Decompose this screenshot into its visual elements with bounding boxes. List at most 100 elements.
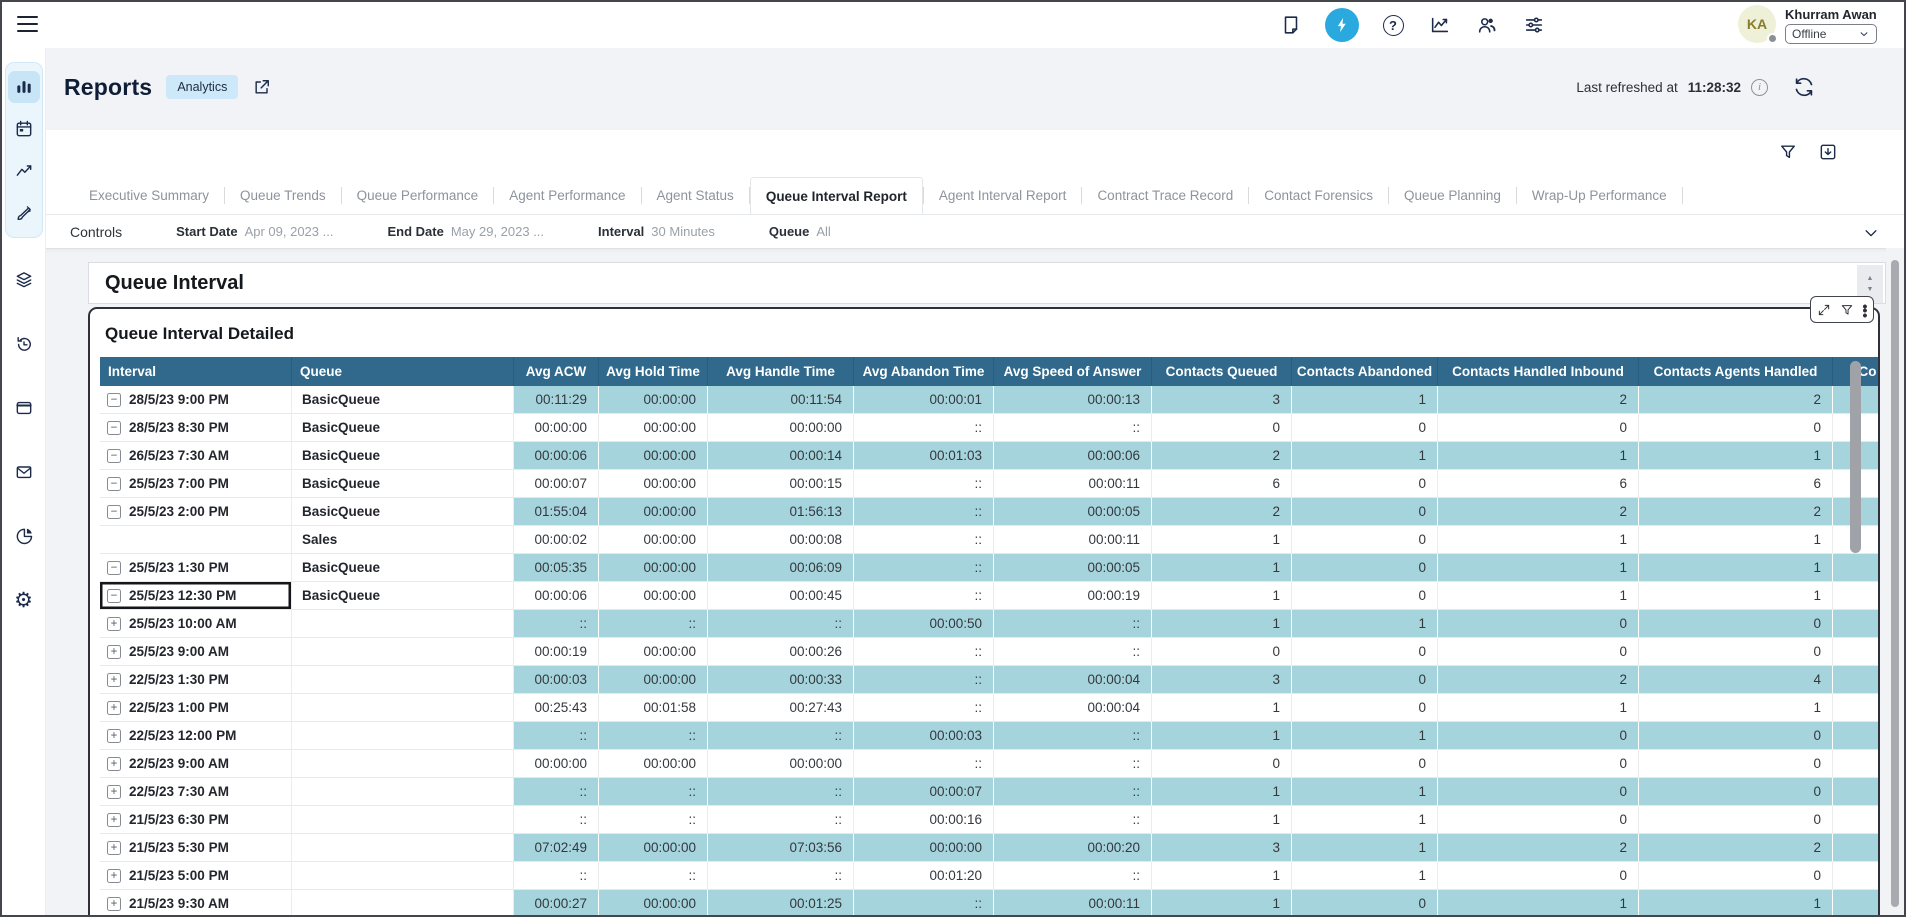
metric-cell[interactable]: 0 xyxy=(1292,414,1438,442)
queue-cell[interactable]: Sales xyxy=(292,526,514,554)
metric-cell[interactable] xyxy=(1833,834,1878,862)
metric-cell[interactable]: 00:00:15 xyxy=(708,470,854,498)
metric-cell[interactable]: 0 xyxy=(1292,526,1438,554)
metric-cell[interactable] xyxy=(1833,862,1878,890)
metric-cell[interactable] xyxy=(1833,610,1878,638)
metric-cell[interactable]: 00:00:33 xyxy=(708,666,854,694)
interval-cell[interactable]: +21/5/23 5:00 PM xyxy=(100,862,292,890)
interval-cell[interactable]: +25/5/23 9:00 AM xyxy=(100,638,292,666)
users-icon[interactable] xyxy=(1474,12,1500,38)
metric-cell[interactable]: :: xyxy=(599,610,708,638)
queue-cell[interactable] xyxy=(292,694,514,722)
metric-cell[interactable]: 0 xyxy=(1292,694,1438,722)
metric-cell[interactable]: 00:00:06 xyxy=(514,442,599,470)
metric-cell[interactable]: 0 xyxy=(1292,582,1438,610)
interval-cell[interactable]: −28/5/23 8:30 PM xyxy=(100,414,292,442)
metric-cell[interactable]: 00:00:26 xyxy=(708,638,854,666)
control-interval[interactable]: Interval30 Minutes xyxy=(598,224,715,239)
interval-cell[interactable]: +22/5/23 9:00 AM xyxy=(100,750,292,778)
page-scrollbar-thumb[interactable] xyxy=(1891,260,1899,907)
column-header-avg-acw[interactable]: Avg ACW xyxy=(514,357,599,386)
column-header-contacts-agents-handled[interactable]: Contacts Agents Handled xyxy=(1639,357,1833,386)
interval-cell[interactable]: +21/5/23 9:30 AM xyxy=(100,890,292,915)
column-header-avg-handle-time[interactable]: Avg Handle Time xyxy=(708,357,854,386)
metric-cell[interactable]: :: xyxy=(854,750,994,778)
metric-cell[interactable]: 00:00:05 xyxy=(994,554,1152,582)
collapse-toggle-icon[interactable]: − xyxy=(107,421,121,435)
metric-cell[interactable]: 0 xyxy=(1292,666,1438,694)
metric-cell[interactable]: 0 xyxy=(1639,610,1833,638)
hamburger-menu-icon[interactable] xyxy=(17,16,38,33)
notes-icon[interactable] xyxy=(1278,12,1304,38)
metric-cell[interactable]: 3 xyxy=(1152,666,1292,694)
metric-cell[interactable] xyxy=(1833,554,1878,582)
metric-cell[interactable]: 00:00:03 xyxy=(854,722,994,750)
expand-toggle-icon[interactable]: + xyxy=(107,813,121,827)
metric-cell[interactable]: :: xyxy=(599,722,708,750)
tab-agent-status[interactable]: Agent Status xyxy=(642,177,749,214)
metric-cell[interactable]: 1 xyxy=(1639,526,1833,554)
metric-cell[interactable]: 00:00:11 xyxy=(994,890,1152,915)
column-header-contacts-handled-inbound[interactable]: Contacts Handled Inbound xyxy=(1438,357,1639,386)
metric-cell[interactable]: :: xyxy=(514,778,599,806)
metric-cell[interactable]: 1 xyxy=(1438,526,1639,554)
metric-cell[interactable]: 0 xyxy=(1292,554,1438,582)
metric-cell[interactable]: 00:00:00 xyxy=(599,498,708,526)
metric-cell[interactable]: 00:00:27 xyxy=(514,890,599,915)
metric-cell[interactable]: 1 xyxy=(1152,526,1292,554)
column-header-interval[interactable]: Interval xyxy=(100,357,292,386)
metric-cell[interactable] xyxy=(1833,638,1878,666)
metric-cell[interactable]: 00:00:00 xyxy=(599,638,708,666)
metric-cell[interactable]: :: xyxy=(599,806,708,834)
expand-toggle-icon[interactable]: + xyxy=(107,617,121,631)
expand-toggle-icon[interactable]: + xyxy=(107,869,121,883)
expand-toggle-icon[interactable]: + xyxy=(107,701,121,715)
metric-cell[interactable]: 01:55:04 xyxy=(514,498,599,526)
metric-cell[interactable]: :: xyxy=(994,778,1152,806)
metric-cell[interactable]: 0 xyxy=(1438,638,1639,666)
metric-cell[interactable]: :: xyxy=(854,638,994,666)
interval-cell[interactable]: +22/5/23 12:00 PM xyxy=(100,722,292,750)
metric-cell[interactable]: 2 xyxy=(1152,442,1292,470)
sidebar-item-history[interactable] xyxy=(8,328,40,360)
interval-cell[interactable]: +25/5/23 10:00 AM xyxy=(100,610,292,638)
metric-cell[interactable]: 1 xyxy=(1438,890,1639,915)
metric-cell[interactable]: 00:01:20 xyxy=(854,862,994,890)
control-start-date[interactable]: Start DateApr 09, 2023 ... xyxy=(176,224,333,239)
interval-cell[interactable]: +22/5/23 1:30 PM xyxy=(100,666,292,694)
metric-cell[interactable]: 0 xyxy=(1639,638,1833,666)
metric-cell[interactable]: 00:00:06 xyxy=(514,582,599,610)
funnel-icon[interactable] xyxy=(1840,303,1854,317)
metric-cell[interactable]: 2 xyxy=(1438,386,1639,414)
metric-cell[interactable]: 0 xyxy=(1639,722,1833,750)
refresh-icon[interactable] xyxy=(1792,75,1816,99)
metric-cell[interactable]: :: xyxy=(994,638,1152,666)
metric-cell[interactable]: :: xyxy=(854,694,994,722)
tab-contract-trace-record[interactable]: Contract Trace Record xyxy=(1082,177,1248,214)
metric-cell[interactable]: 00:00:00 xyxy=(599,890,708,915)
metric-cell[interactable]: 00:00:00 xyxy=(708,414,854,442)
metric-cell[interactable]: 00:00:07 xyxy=(514,470,599,498)
metric-cell[interactable]: 3 xyxy=(1152,386,1292,414)
metric-cell[interactable]: 1 xyxy=(1438,582,1639,610)
metric-cell[interactable]: 00:00:00 xyxy=(708,750,854,778)
metric-cell[interactable] xyxy=(1833,694,1878,722)
queue-cell[interactable]: BasicQueue xyxy=(292,554,514,582)
metrics-icon[interactable] xyxy=(1427,12,1453,38)
metric-cell[interactable]: 1 xyxy=(1292,778,1438,806)
sidebar-item-pie-chart[interactable] xyxy=(8,520,40,552)
metric-cell[interactable]: 00:00:00 xyxy=(599,386,708,414)
sidebar-item-mail[interactable] xyxy=(8,456,40,488)
metric-cell[interactable]: 2 xyxy=(1639,834,1833,862)
metric-cell[interactable]: 1 xyxy=(1292,806,1438,834)
metric-cell[interactable]: 1 xyxy=(1438,694,1639,722)
metric-cell[interactable]: 1 xyxy=(1152,890,1292,915)
queue-cell[interactable]: BasicQueue xyxy=(292,470,514,498)
metric-cell[interactable]: 1 xyxy=(1292,722,1438,750)
filter-icon[interactable] xyxy=(1778,142,1798,162)
metric-cell[interactable]: 00:00:02 xyxy=(514,526,599,554)
metric-cell[interactable]: 0 xyxy=(1639,806,1833,834)
metric-cell[interactable]: :: xyxy=(599,862,708,890)
tab-executive-summary[interactable]: Executive Summary xyxy=(74,177,224,214)
metric-cell[interactable] xyxy=(1833,666,1878,694)
